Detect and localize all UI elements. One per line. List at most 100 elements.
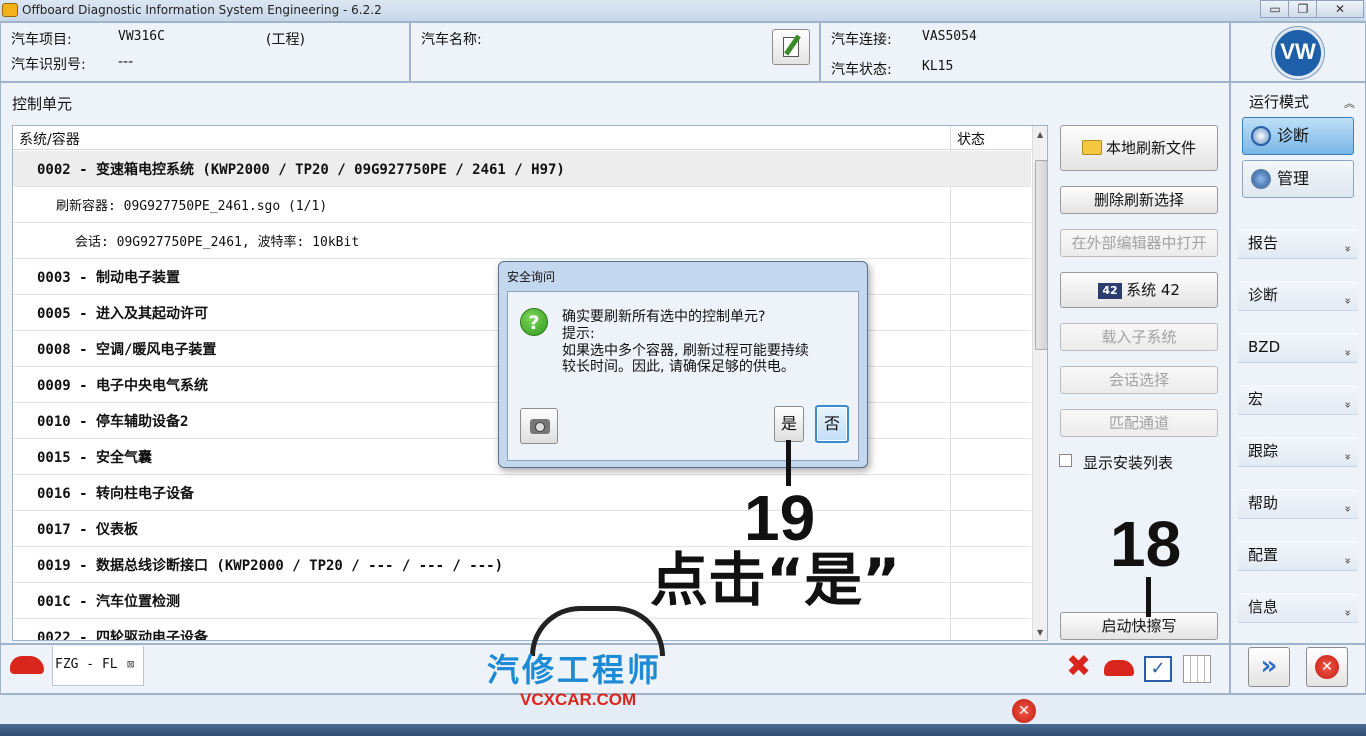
sidebar-item-7[interactable]: 信息 » [1238, 593, 1358, 623]
project-value: VW316C [118, 29, 165, 44]
annotation-pointer-18 [1146, 577, 1151, 617]
expand-chevron-icon: » [1341, 297, 1355, 305]
start-fast-flash-button[interactable]: 启动快擦写 [1060, 612, 1218, 640]
expand-chevron-icon: » [1341, 453, 1355, 461]
car-icon[interactable] [10, 656, 44, 674]
row-label: 会话: 09G927750PE_2461, 波特率: 10kBit [75, 235, 360, 250]
row-label: 刷新容器: 09G927750PE_2461.sgo (1/1) [56, 199, 328, 214]
match-channel-button[interactable]: 匹配通道 [1060, 409, 1218, 437]
status-error-icon[interactable]: ✕ [1012, 699, 1036, 723]
no-button[interactable]: 否 [815, 405, 849, 443]
table-grid-icon[interactable] [1183, 655, 1211, 683]
minimize-button[interactable]: ▭ [1260, 0, 1290, 18]
question-icon: ? [520, 308, 548, 336]
vin-value: --- [118, 54, 134, 70]
system-42-label: 系统 42 [1126, 281, 1180, 299]
table-row[interactable]: 0017 - 仪表板 [13, 511, 1031, 547]
system-42-button[interactable]: 42 系统 42 [1060, 272, 1218, 308]
sidebar-item-2[interactable]: BZD » [1238, 333, 1358, 363]
row-label: 001C - 汽车位置检测 [37, 594, 181, 610]
project-label: 汽车项目: [11, 32, 72, 48]
mode-diagnosis-label: 诊断 [1277, 126, 1310, 145]
cancel-icon[interactable]: ✖ [1066, 652, 1091, 682]
status-bar [0, 694, 1366, 724]
yes-button[interactable]: 是 [774, 406, 804, 442]
collapse-chevron-icon[interactable]: ︽ [1344, 95, 1355, 111]
forward-button[interactable]: » [1248, 647, 1290, 687]
table-subrow[interactable]: 会话: 09G927750PE_2461, 波特率: 10kBit [13, 223, 1031, 259]
row-label: 0009 - 电子中央电气系统 [37, 378, 209, 394]
vehicle-icon[interactable] [1104, 660, 1134, 676]
table-row[interactable]: 0002 - 变速箱电控系统 (KWP2000 / TP20 / 09G9277… [13, 151, 1031, 187]
annotation-step-19: 19 [744, 482, 816, 554]
session-select-button[interactable]: 会话选择 [1060, 366, 1218, 394]
column-header-system[interactable]: 系统/容器 [19, 129, 80, 149]
vin-label: 汽车识别号: [11, 57, 86, 73]
mode-manage-button[interactable]: 管理 [1242, 160, 1354, 198]
folder-icon [1081, 140, 1102, 155]
car-name-label: 汽车名称: [421, 32, 482, 48]
watermark-en-text: VCXCAR.COM [520, 690, 637, 709]
expand-chevron-icon: » [1341, 401, 1355, 409]
row-label: 0003 - 制动电子装置 [37, 270, 181, 286]
row-label: 0015 - 安全气囊 [37, 450, 153, 466]
dialog-hint-line2: 较长时间。因此, 请确保足够的供电。 [562, 359, 795, 375]
tab-fzg-fl[interactable]: FZG - FL ⊠ [52, 646, 144, 686]
sidebar-item-4[interactable]: 跟踪 » [1238, 437, 1358, 467]
app-icon [2, 3, 18, 17]
column-header-status[interactable]: 状态 [957, 129, 985, 149]
mode-diagnosis-button[interactable]: 诊断 [1242, 117, 1354, 155]
connection-label: 汽车连接: [831, 32, 892, 48]
row-label: 0005 - 进入及其起动许可 [37, 306, 209, 322]
tab-fzg-fl-label: FZG - FL [55, 657, 118, 672]
load-subsystem-button[interactable]: 载入子系统 [1060, 323, 1218, 351]
scrollbar-thumb[interactable] [1035, 160, 1047, 350]
section-title: 控制单元 [12, 95, 73, 113]
sidebar-item-0[interactable]: 报告 » [1238, 229, 1358, 259]
sidebar-item-5[interactable]: 帮助 » [1238, 489, 1358, 519]
gear-icon [1251, 169, 1271, 189]
row-label: 0016 - 转向柱电子设备 [37, 486, 195, 502]
table-subrow[interactable]: 刷新容器: 09G927750PE_2461.sgo (1/1) [13, 187, 1031, 223]
sidebar-item-1[interactable]: 诊断 » [1238, 281, 1358, 311]
edit-vehicle-name-button[interactable] [772, 29, 810, 65]
delete-flash-selection-button[interactable]: 删除刷新选择 [1060, 186, 1218, 214]
row-label: 0017 - 仪表板 [37, 522, 139, 538]
os-taskbar [0, 724, 1366, 736]
checklist-icon[interactable]: ✓ [1144, 656, 1172, 682]
project-note: (工程) [266, 32, 305, 48]
expand-chevron-icon: » [1341, 349, 1355, 357]
expand-chevron-icon: » [1341, 245, 1355, 253]
restore-button[interactable]: ❐ [1288, 0, 1318, 18]
vehicle-info-panel: 汽车项目: VW316C (工程) 汽车识别号: --- [0, 22, 410, 82]
sidebar-item-6[interactable]: 配置 » [1238, 541, 1358, 571]
dialog-title: 安全询问 [507, 270, 556, 284]
exit-button[interactable]: ✕ [1306, 647, 1348, 687]
show-install-list-label[interactable]: 显示安装列表 [1083, 452, 1173, 473]
vw-logo: VW [1272, 27, 1324, 79]
sidebar-item-3[interactable]: 宏» [1238, 385, 1358, 415]
vertical-scrollbar[interactable]: ▲ ▼ [1032, 126, 1047, 640]
screenshot-button[interactable] [520, 408, 558, 444]
window-title: Offboard Diagnostic Information System E… [22, 3, 382, 17]
row-label: 0002 - 变速箱电控系统 (KWP2000 / TP20 / 09G9277… [37, 162, 565, 178]
scroll-up-icon[interactable]: ▲ [1037, 130, 1043, 139]
sidebar-item-label: 信息 [1248, 598, 1279, 616]
vehicle-status-label: 汽车状态: [831, 62, 892, 78]
show-install-list-checkbox[interactable] [1059, 454, 1072, 467]
tab-close-icon[interactable]: ⊠ [127, 657, 134, 671]
open-external-editor-button[interactable]: 在外部编辑器中打开 [1060, 229, 1218, 257]
expand-chevron-icon: » [1341, 557, 1355, 565]
run-mode-title: 运行模式 [1249, 93, 1310, 111]
local-flash-files-label: 本地刷新文件 [1105, 139, 1196, 157]
watermark-cn-text: 汽修工程师 [487, 651, 663, 689]
local-flash-files-button[interactable]: 本地刷新文件 [1060, 125, 1218, 171]
annotation-instruction: 点击“是” [650, 546, 901, 614]
table-row[interactable]: 0022 - 四轮驱动电子设备 [13, 619, 1031, 641]
table-row[interactable]: 0016 - 转向柱电子设备 [13, 475, 1031, 511]
sidebar-item-label: 配置 [1248, 546, 1279, 564]
close-window-button[interactable]: ✕ [1316, 0, 1364, 18]
row-label: 0022 - 四轮驱动电子设备 [37, 630, 209, 641]
dialog-body: ? 确实要刷新所有选中的控制单元? 提示: 如果选中多个容器, 刷新过程可能要持… [507, 291, 859, 461]
scroll-down-icon[interactable]: ▼ [1037, 628, 1043, 637]
